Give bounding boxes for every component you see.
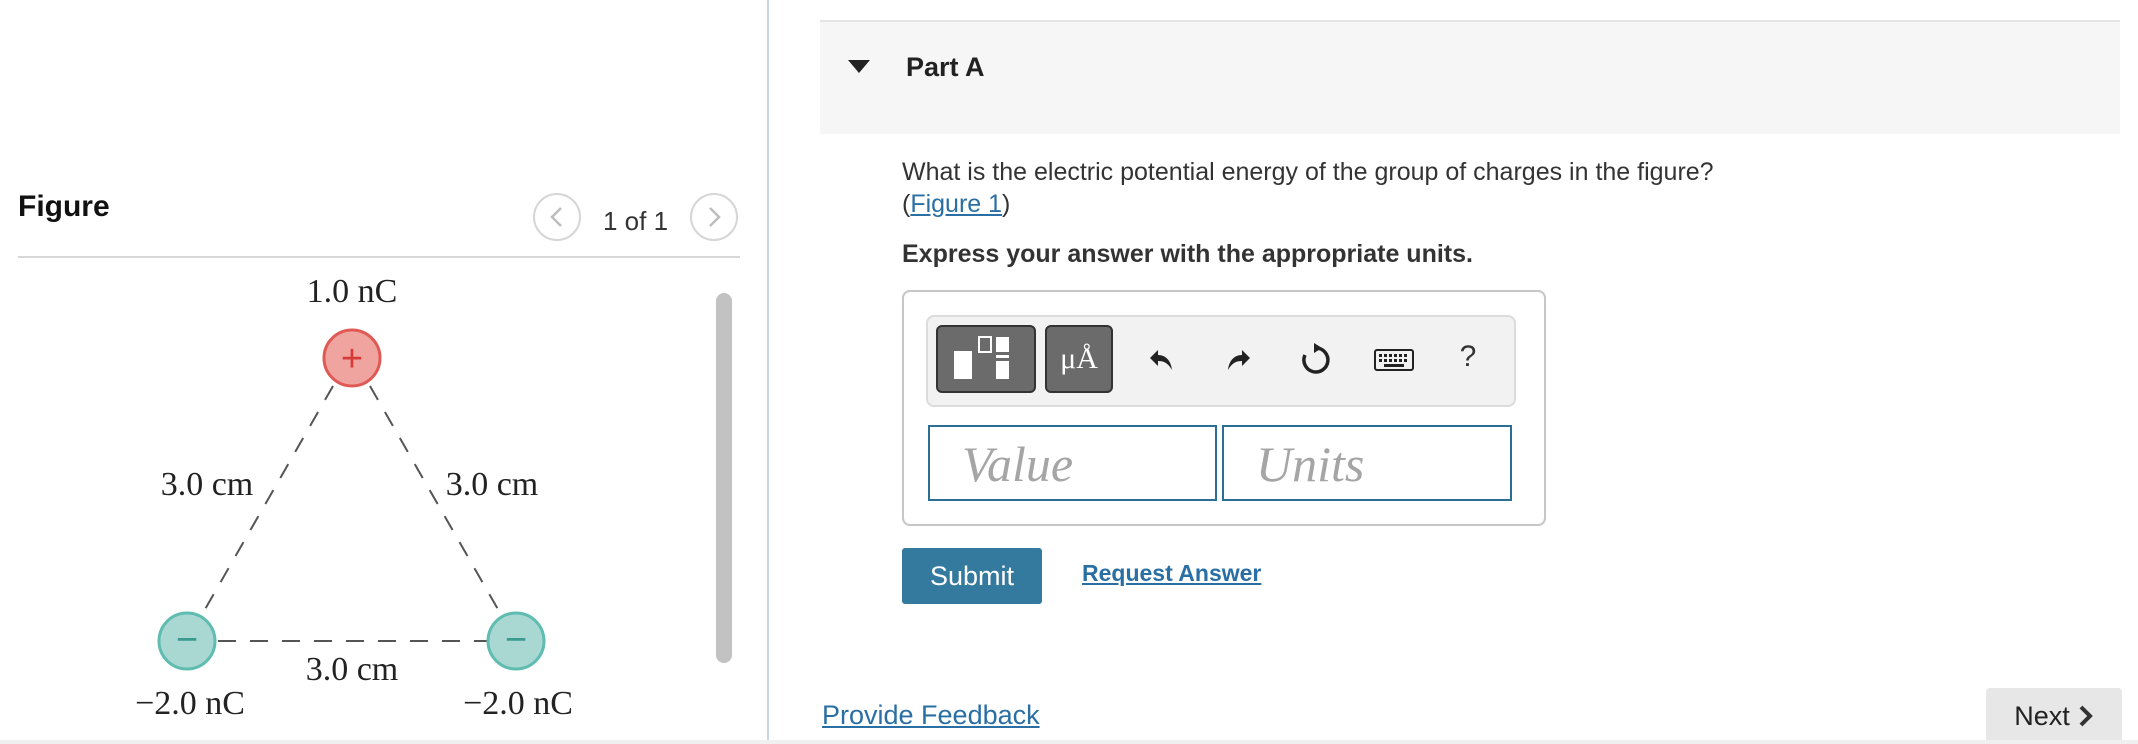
figure-prev-button[interactable] [533, 193, 581, 241]
templates-button[interactable] [936, 325, 1036, 393]
question-body: What is the electric potential energy of… [902, 158, 1714, 186]
answer-instruction: Express your answer with the appropriate… [902, 240, 1473, 268]
figure-next-button[interactable] [690, 193, 738, 241]
request-answer-link[interactable]: Request Answer [1082, 560, 1261, 587]
chevron-right-icon [709, 207, 721, 227]
bottom-side-label: 3.0 cm [306, 651, 399, 688]
figure-link[interactable]: Figure 1 [910, 190, 1002, 218]
value-input[interactable] [928, 425, 1217, 501]
positive-charge-sign: + [341, 338, 363, 380]
chevron-left-icon [550, 207, 562, 227]
figure-scrollbar-thumb[interactable] [716, 293, 732, 663]
templates-icon [954, 336, 1009, 379]
bottom-shade [0, 740, 2138, 744]
figure-pager: 1 of 1 [603, 206, 669, 236]
negative-charge-right-sign: − [505, 619, 527, 661]
undo-icon[interactable] [1142, 340, 1182, 380]
figure-title: Figure [18, 190, 110, 223]
right-charge-label: −2.0 nC [463, 685, 573, 722]
units-input[interactable] [1222, 425, 1512, 501]
figure-panel: Figure 1 of 1 + 1.0 nC − −2.0 nC − −2.0 … [0, 0, 766, 744]
negative-charge-left-sign: − [176, 619, 198, 661]
chevron-right-icon [2079, 705, 2093, 727]
next-label: Next [2014, 700, 2070, 731]
question-text: What is the electric potential energy of… [902, 156, 1902, 220]
part-title: Part A [906, 52, 985, 82]
submit-button[interactable]: Submit [902, 548, 1042, 604]
redo-icon[interactable] [1218, 340, 1258, 380]
figure-link-close: ) [1002, 190, 1011, 218]
caret-down-icon[interactable] [848, 60, 870, 73]
help-button[interactable]: ? [1448, 337, 1488, 377]
part-header[interactable] [820, 22, 2120, 134]
next-button[interactable]: Next [1986, 688, 2122, 744]
charge-triangle-diagram: + 1.0 nC − −2.0 nC − −2.0 nC 3.0 cm 3.0 … [135, 273, 573, 722]
top-charge-label: 1.0 nC [307, 273, 398, 310]
left-side-label: 3.0 cm [161, 466, 254, 503]
reset-icon[interactable] [1296, 340, 1336, 380]
units-button[interactable]: μÅ [1045, 325, 1113, 393]
right-side-label: 3.0 cm [446, 466, 539, 503]
keyboard-icon[interactable] [1372, 340, 1416, 380]
provide-feedback-link[interactable]: Provide Feedback [822, 700, 1040, 731]
panel-divider [767, 0, 769, 744]
left-charge-label: −2.0 nC [135, 685, 245, 722]
